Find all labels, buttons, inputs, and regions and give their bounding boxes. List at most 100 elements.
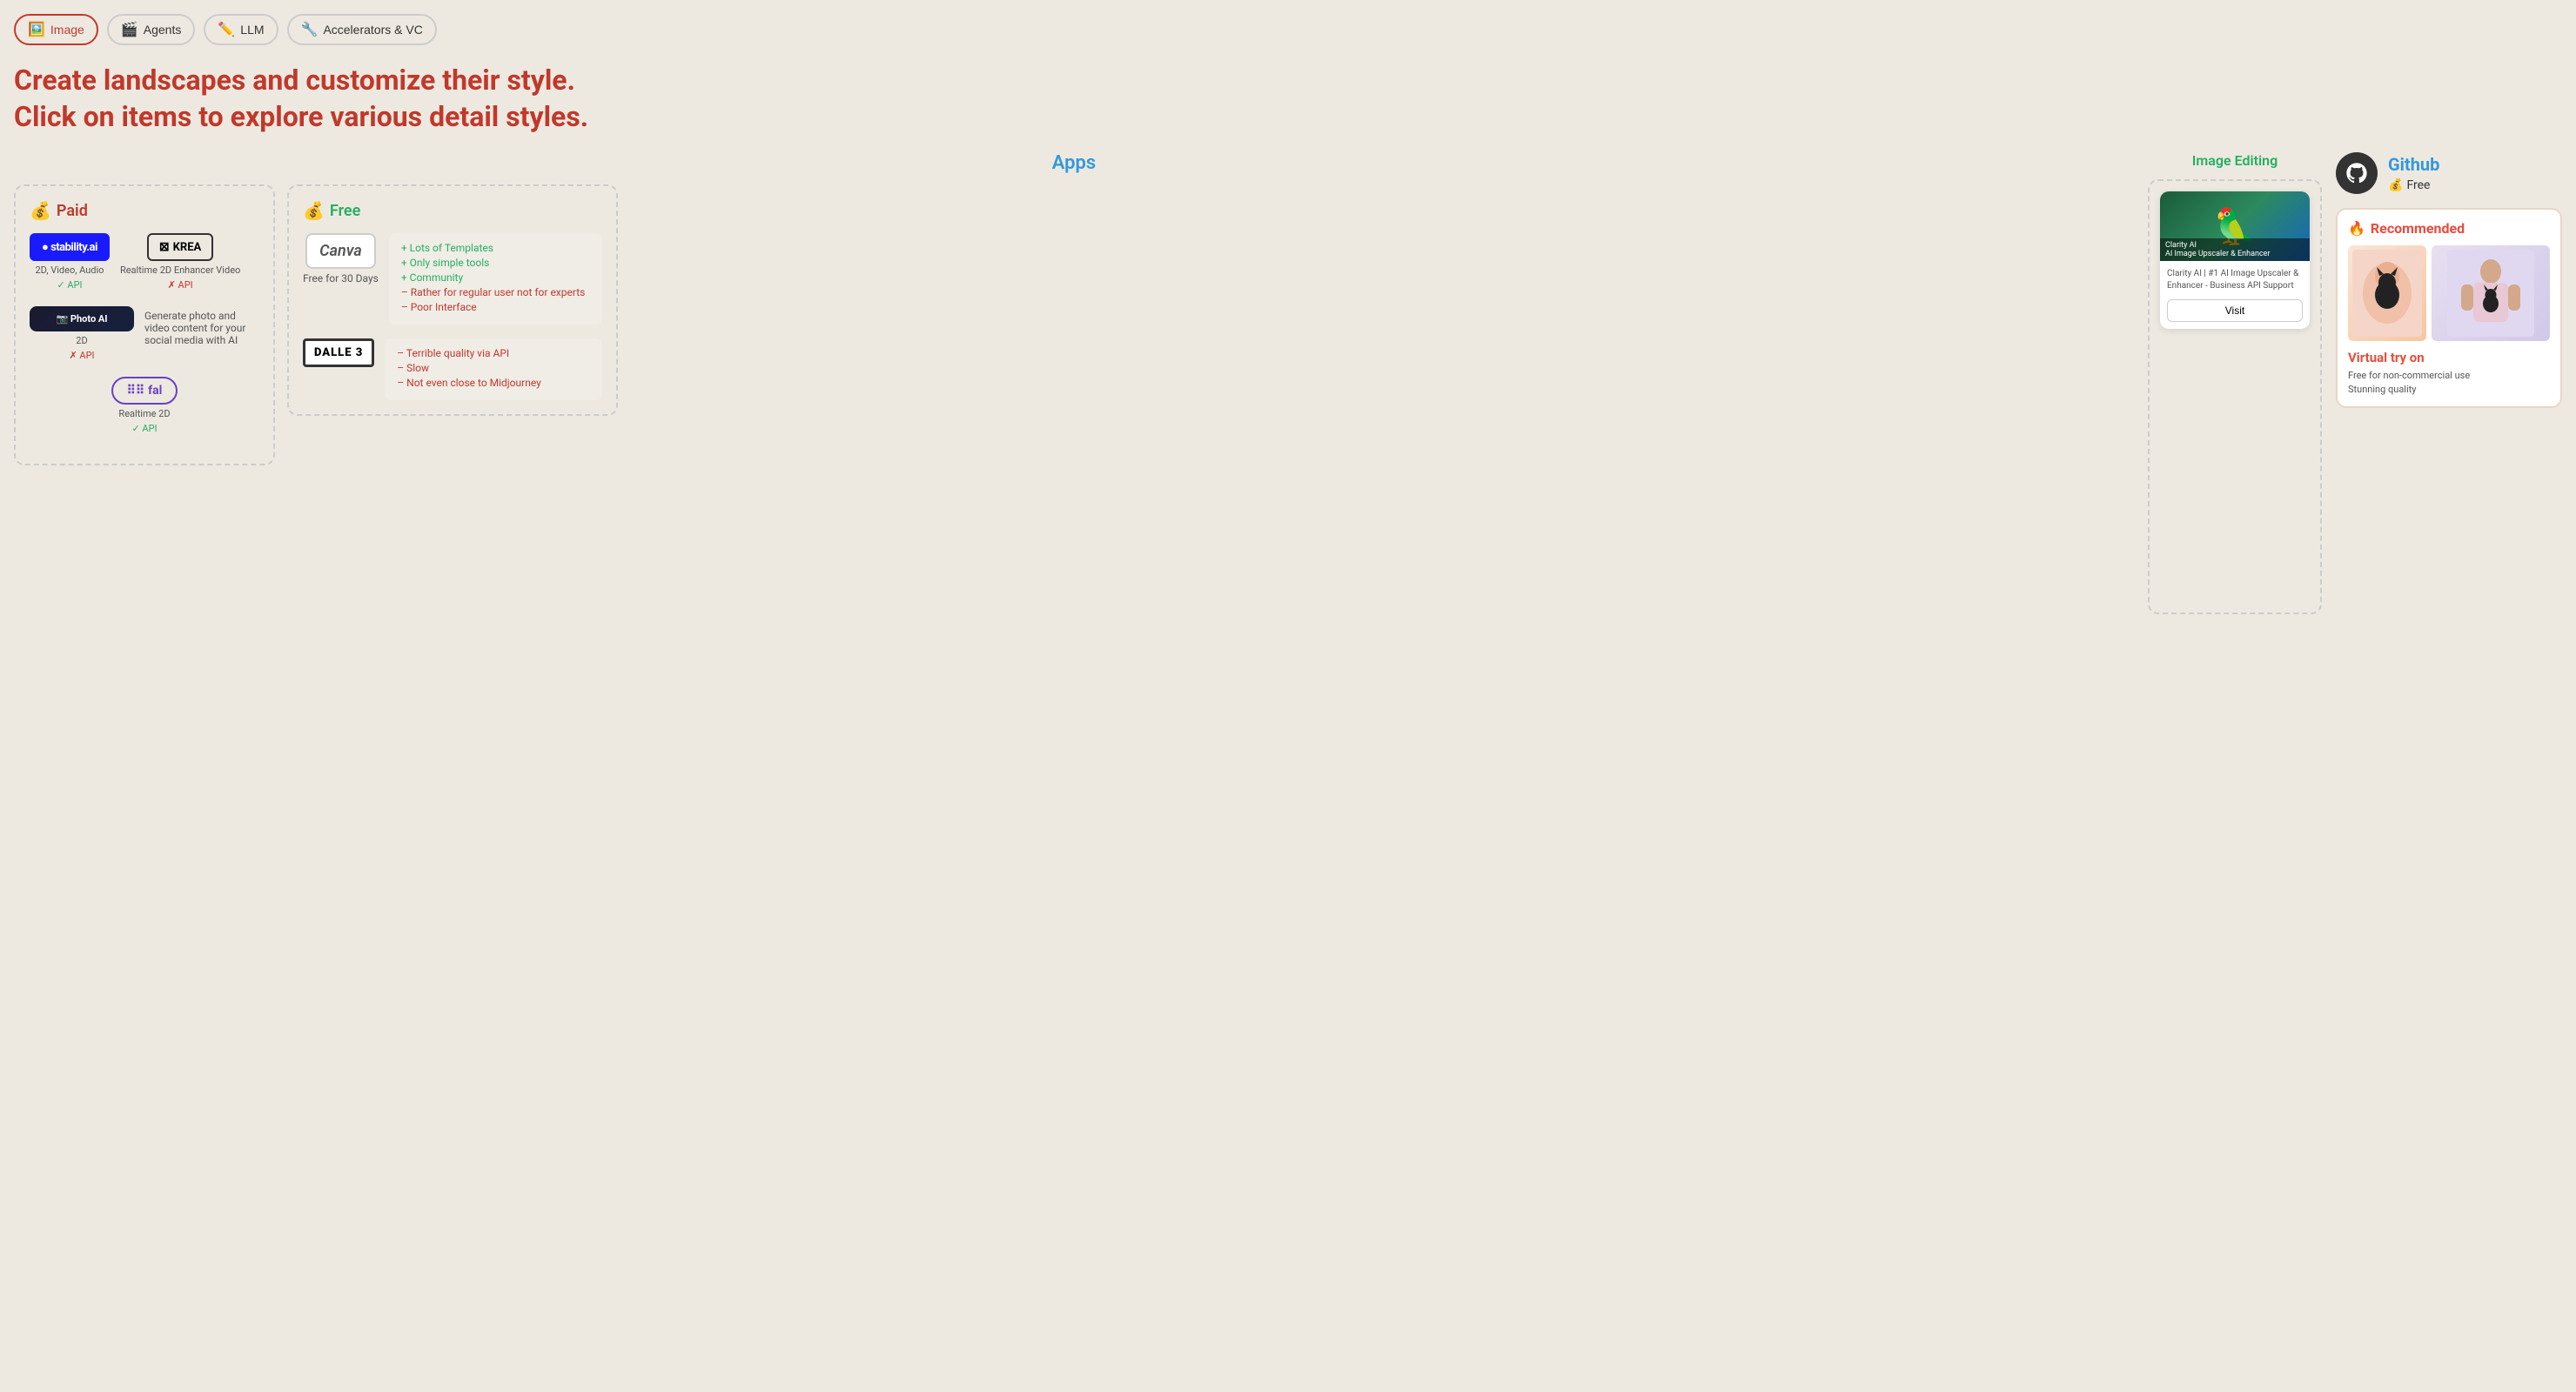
krea-logo: ⊠ KREA [147, 233, 213, 261]
free-header: 💰 Free [303, 200, 602, 221]
person-image-svg [2447, 250, 2534, 337]
canva-pros-cons: + Lots of Templates + Only simple tools … [389, 233, 602, 325]
fire-icon: 🔥 [2348, 220, 2365, 237]
dalle-tool[interactable]: DALLE 3 – Terrible quality via API – Slo… [303, 338, 602, 400]
photo-ai-dim: 2D [76, 335, 87, 346]
virtual-try-on-title: Virtual try on [2348, 350, 2550, 365]
virtual-try-desc-line1: Free for non-commercial use [2348, 369, 2550, 382]
fal-grid-icon: ⠿⠿ [127, 384, 145, 398]
github-free-icon: 💰 [2388, 178, 2403, 192]
paid-header: 💰 Paid [30, 200, 259, 221]
photo-ai-tool[interactable]: 📷 Photo AI 2D ✗ API [30, 306, 134, 361]
clarity-body: Clarity AI | #1 AI Image Upscaler & Enha… [2160, 261, 2310, 329]
free-money-icon: 💰 [303, 200, 325, 221]
apps-columns: 💰 Paid ● stability.ai 2D, Video, Audio ✓… [14, 184, 2134, 465]
photo-ai-name: Photo AI [70, 313, 108, 325]
agents-icon: 🎬 [121, 21, 138, 38]
krea-tool[interactable]: ⊠ KREA Realtime 2D Enhancer Video ✗ API [120, 233, 240, 291]
canva-free-label: Free for 30 Days [303, 272, 379, 284]
dalle-cons-list: – Terrible quality via API – Slow – Not … [397, 347, 590, 389]
photo-ai-row: 📷 Photo AI 2D ✗ API Generate photo and v… [30, 306, 259, 361]
clarity-name: Clarity AI [2165, 241, 2304, 250]
canva-con-2: – Poor Interface [401, 301, 590, 313]
recommended-images [2348, 245, 2550, 341]
paid-money-icon: 💰 [30, 200, 51, 221]
canva-con-1: – Rather for regular user not for expert… [401, 286, 590, 298]
photo-ai-desc: Generate photo and video content for you… [144, 306, 259, 346]
dalle-logo: DALLE 3 [303, 338, 374, 367]
photo-ai-api: ✗ API [69, 350, 94, 361]
sidebar: Github 💰 Free 🔥 Recommended [2336, 152, 2562, 408]
nav-image-label: Image [50, 23, 84, 37]
canva-pro-2: + Only simple tools [401, 257, 590, 269]
virtual-try-desc-line2: Stunning quality [2348, 383, 2550, 396]
paid-column: 💰 Paid ● stability.ai 2D, Video, Audio ✓… [14, 184, 275, 465]
canva-pro-1: + Lots of Templates [401, 242, 590, 254]
rec-image-right [2432, 245, 2550, 341]
main-layout: Apps 💰 Paid ● stability.ai 2D, Video, Au… [14, 152, 2562, 614]
image-editing-title: Image Editing [2148, 152, 2322, 169]
github-free-label: Free [2406, 178, 2430, 192]
nav-accelerators-button[interactable]: 🔧 Accelerators & VC [287, 14, 437, 45]
stability-krea-row: ● stability.ai 2D, Video, Audio ✓ API ⊠ … [30, 233, 259, 291]
dalle-logo-area: DALLE 3 [303, 338, 374, 367]
clarity-visit-button[interactable]: Visit [2167, 299, 2303, 322]
canva-pros-cons-list: + Lots of Templates + Only simple tools … [401, 242, 590, 313]
nav-image-button[interactable]: 🖼️ Image [14, 14, 98, 45]
github-section: Github 💰 Free [2336, 152, 2562, 194]
canva-logo-area: Canva Free for 30 Days [303, 233, 379, 290]
github-free-badge: 💰 Free [2388, 178, 2439, 192]
nav-agents-button[interactable]: 🎬 Agents [107, 14, 196, 45]
krea-name: KREA [173, 241, 202, 254]
krea-k-icon: ⊠ [159, 240, 170, 254]
recommended-header-label: Recommended [2371, 220, 2465, 237]
fal-logo: ⠿⠿ fal [111, 377, 178, 405]
hero-text: Create landscapes and customize their st… [14, 63, 2562, 135]
fal-tool[interactable]: ⠿⠿ fal Realtime 2D ✓ API [30, 377, 259, 434]
fal-api: ✓ API [131, 423, 157, 434]
dalle-con-2: – Slow [397, 362, 590, 374]
clarity-card[interactable]: 🦜 Clarity AI AI Image Upscaler & Enhance… [2160, 191, 2310, 329]
paid-header-label: Paid [57, 202, 88, 220]
nav-agents-label: Agents [144, 23, 182, 37]
canva-pro-3: + Community [401, 271, 590, 284]
clarity-description: Clarity AI | #1 AI Image Upscaler & Enha… [2167, 268, 2303, 292]
krea-api: ✗ API [168, 279, 193, 291]
krea-tags: Realtime 2D Enhancer Video [120, 264, 240, 276]
clarity-overlay: Clarity AI AI Image Upscaler & Enhancer [2160, 238, 2310, 261]
recommended-card[interactable]: 🔥 Recommended [2336, 208, 2562, 408]
photo-ai-logo: 📷 Photo AI [30, 306, 134, 331]
dalle-name: DALLE 3 [314, 346, 363, 359]
accelerators-icon: 🔧 [301, 21, 319, 38]
stability-tool[interactable]: ● stability.ai 2D, Video, Audio ✓ API [30, 233, 110, 291]
free-header-label: Free [330, 202, 360, 220]
hero-line2: Click on items to explore various detail… [14, 99, 2562, 136]
sweater-image-svg [2352, 250, 2422, 337]
llm-icon: ✏️ [218, 21, 235, 38]
nav-accelerators-label: Accelerators & VC [323, 23, 422, 37]
nav-llm-label: LLM [240, 23, 264, 37]
canva-tool[interactable]: Canva Free for 30 Days + Lots of Templat… [303, 233, 602, 325]
apps-title: Apps [14, 152, 2134, 174]
dalle-con-3: – Not even close to Midjourney [397, 377, 590, 389]
stability-logo: ● stability.ai [30, 233, 110, 261]
dalle-con-1: – Terrible quality via API [397, 347, 590, 359]
top-navigation: 🖼️ Image 🎬 Agents ✏️ LLM 🔧 Accelerators … [14, 14, 2562, 45]
dalle-cons-card: – Terrible quality via API – Slow – Not … [385, 338, 602, 400]
stability-api: ✓ API [57, 279, 82, 291]
apps-section: Apps 💰 Paid ● stability.ai 2D, Video, Au… [14, 152, 2134, 465]
stability-tags: 2D, Video, Audio [35, 264, 104, 276]
stability-icon: ● [42, 241, 48, 254]
image-editing-column: 🦜 Clarity AI AI Image Upscaler & Enhance… [2148, 179, 2322, 614]
clarity-subtitle: AI Image Upscaler & Enhancer [2165, 250, 2304, 258]
clarity-image: 🦜 Clarity AI AI Image Upscaler & Enhance… [2160, 191, 2310, 261]
image-editing-section: Image Editing 🦜 Clarity AI AI Image Upsc… [2148, 152, 2322, 614]
nav-llm-button[interactable]: ✏️ LLM [204, 14, 278, 45]
free-column: 💰 Free Canva Free for 30 Days + Lots of … [287, 184, 618, 416]
github-title: Github [2388, 154, 2439, 175]
fal-name: fal [148, 384, 162, 398]
fal-logo-area: ⠿⠿ fal Realtime 2D ✓ API [30, 377, 259, 434]
github-info: Github 💰 Free [2388, 154, 2439, 192]
fal-tags: Realtime 2D [118, 408, 170, 419]
github-icon[interactable] [2336, 152, 2378, 194]
